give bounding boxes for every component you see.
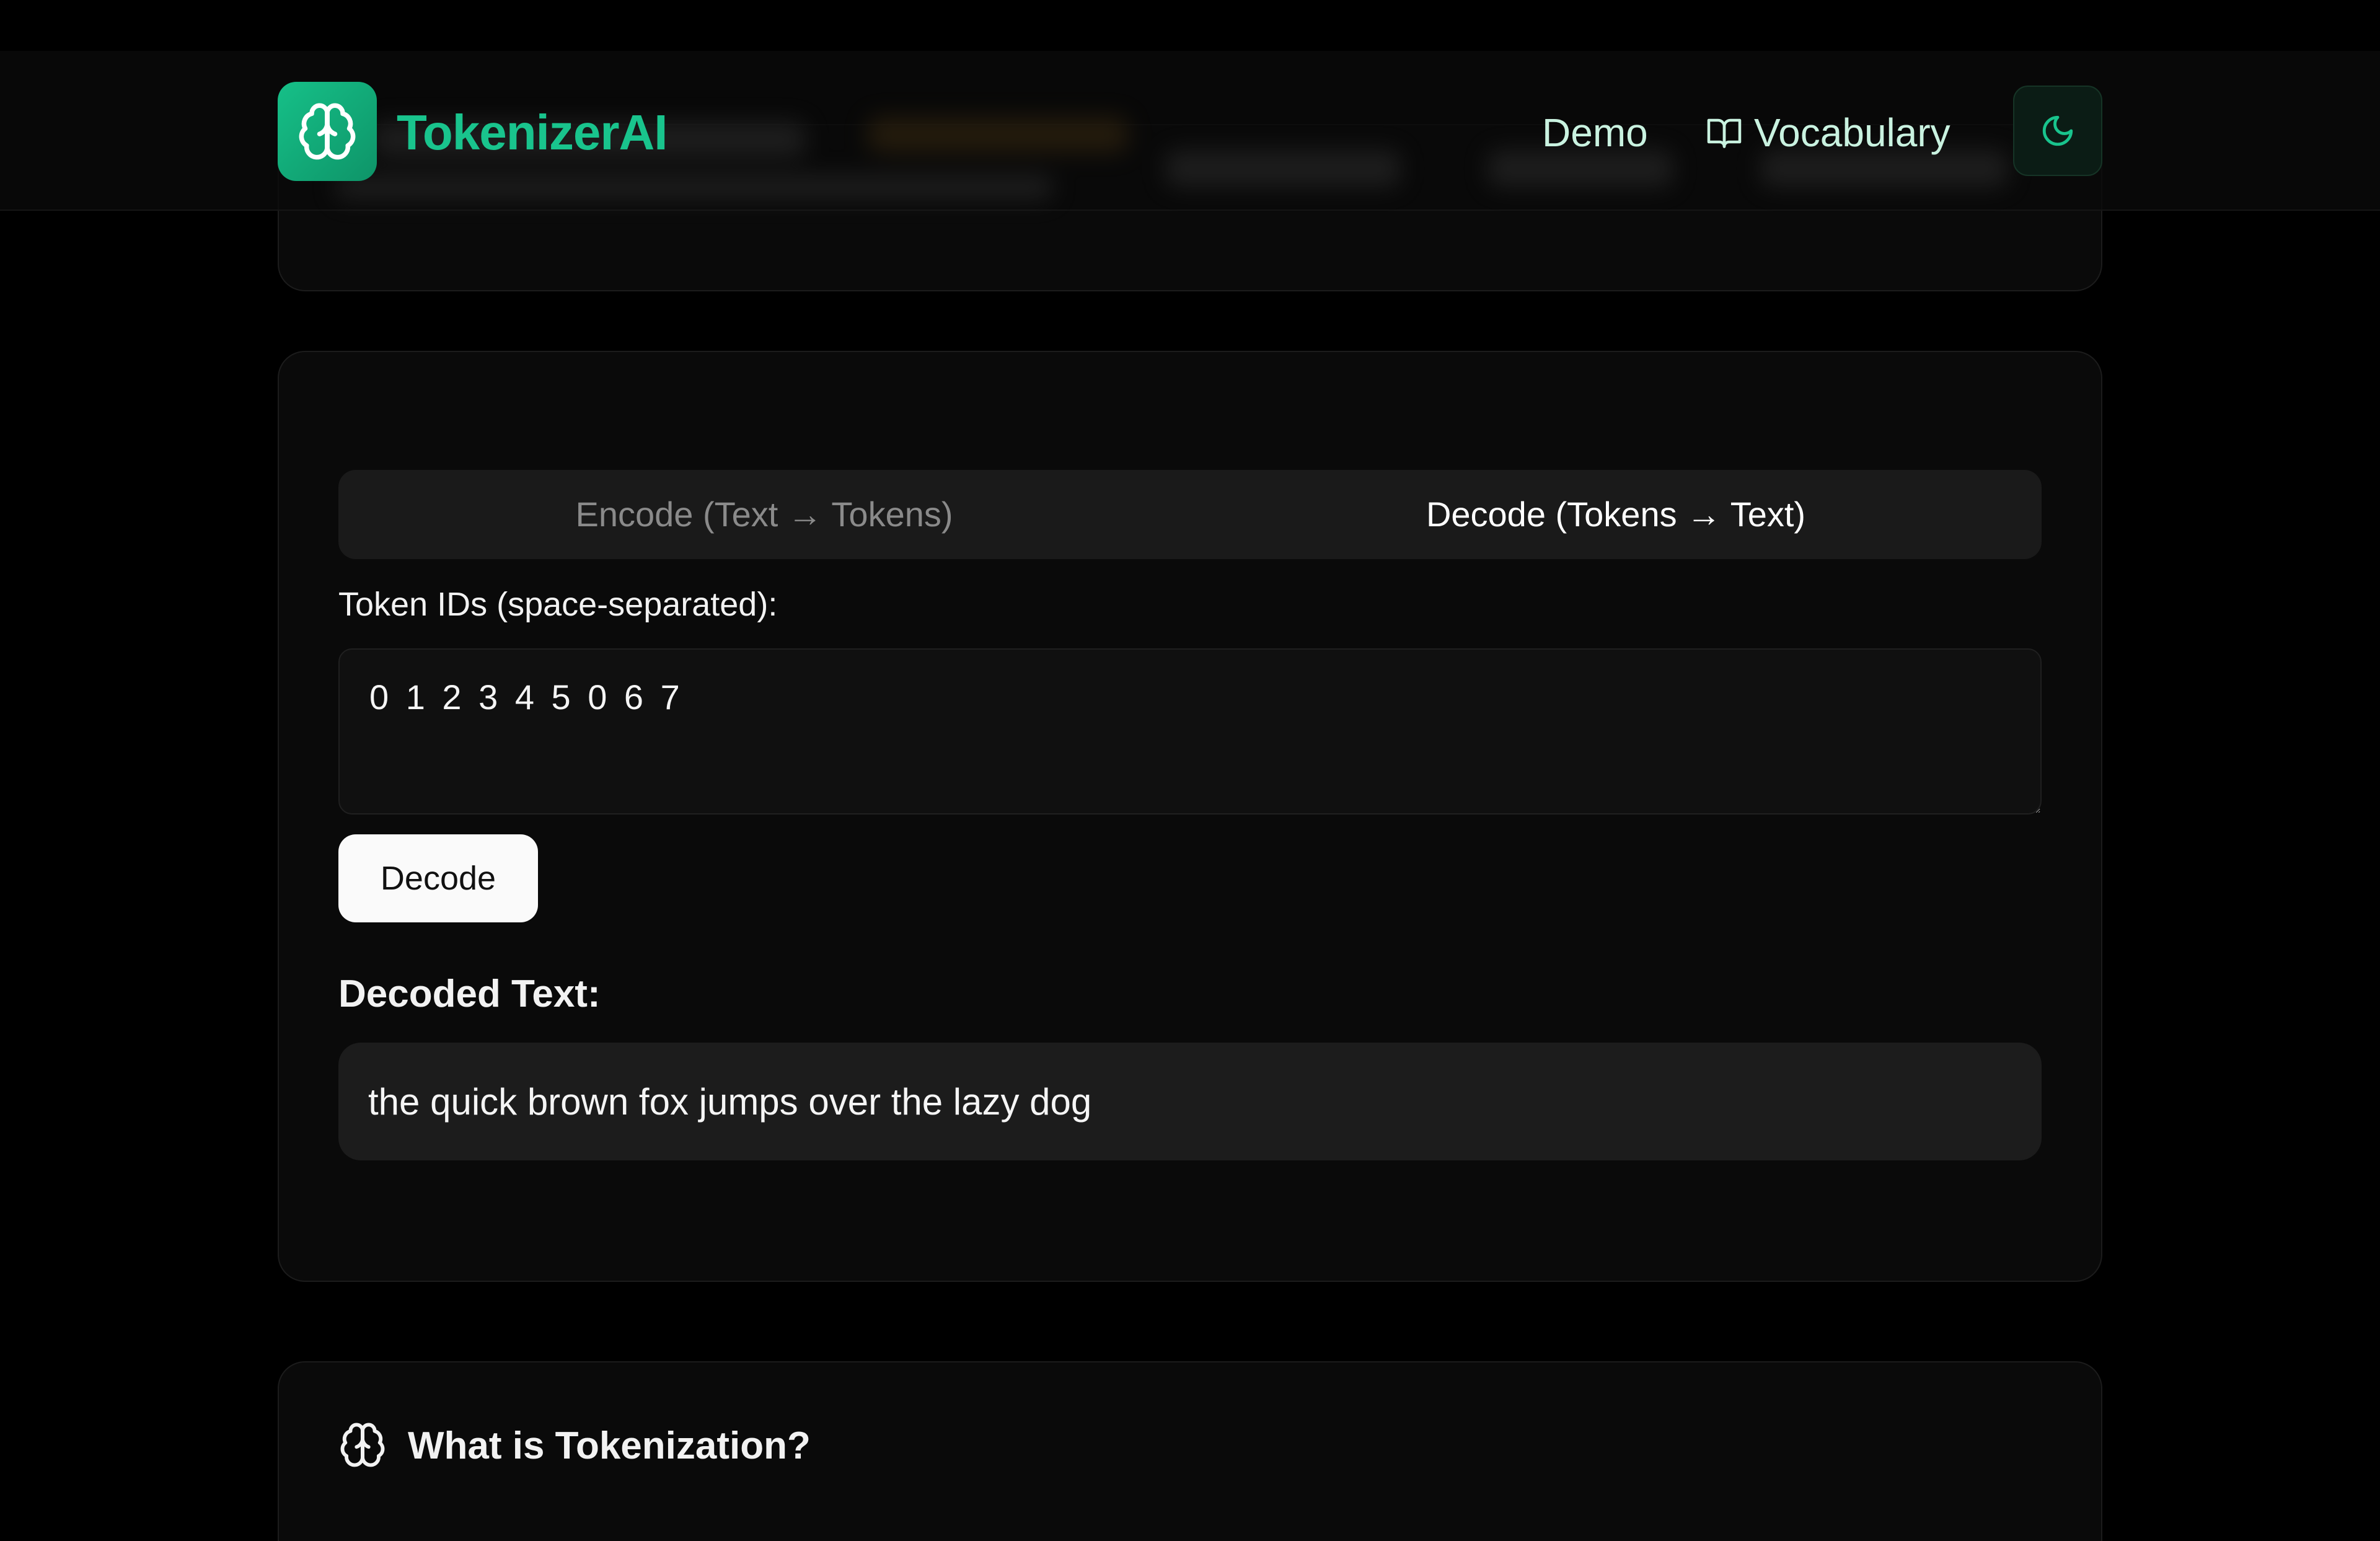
- token-ids-label: Token IDs (space-separated):: [338, 586, 778, 623]
- book-open-icon: [1707, 118, 1742, 148]
- brand-name[interactable]: TokenizerAI: [397, 103, 668, 162]
- decode-button[interactable]: Decode: [338, 834, 538, 922]
- logo[interactable]: [278, 82, 377, 181]
- info-heading: What is Tokenization?: [408, 1424, 811, 1467]
- decoded-text-value: the quick brown fox jumps over the lazy …: [368, 1080, 1092, 1123]
- moon-icon: [2042, 115, 2073, 146]
- decoded-text-output: the quick brown fox jumps over the lazy …: [338, 1043, 2042, 1160]
- mode-tabs: Encode (Text → Tokens) Decode (Tokens → …: [338, 470, 2042, 559]
- tab-decode[interactable]: Decode (Tokens → Text): [1190, 470, 2042, 559]
- tab-encode[interactable]: Encode (Text → Tokens): [338, 470, 1190, 559]
- nav-demo-link[interactable]: Demo: [1542, 107, 1648, 159]
- page: Encode (Text → Tokens) Decode (Tokens → …: [0, 0, 2380, 1541]
- brain-icon: [299, 103, 356, 160]
- brain-icon: [340, 1423, 385, 1467]
- nav-vocabulary-link[interactable]: Vocabulary: [1706, 107, 1950, 159]
- theme-toggle-button[interactable]: [2013, 86, 2102, 176]
- token-ids-input[interactable]: 0 1 2 3 4 5 0 6 7: [338, 648, 2042, 815]
- nav-vocabulary-label: Vocabulary: [1754, 110, 1950, 155]
- decoded-text-heading: Decoded Text:: [338, 973, 601, 1015]
